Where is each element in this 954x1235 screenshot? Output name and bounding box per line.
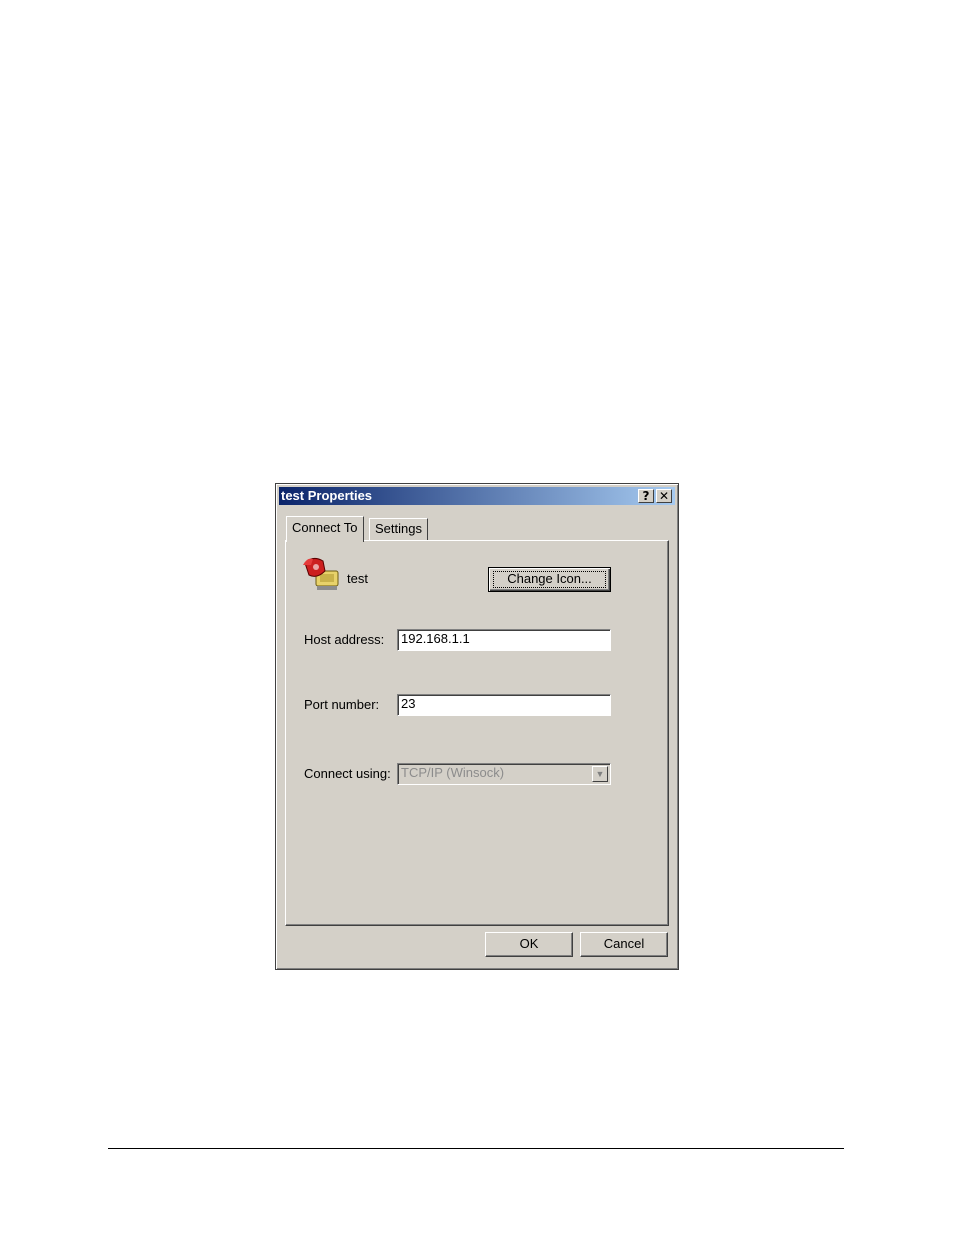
- connect-to-panel: test Change Icon... Host address: 192.16…: [285, 540, 669, 926]
- properties-dialog: test Properties ? ✕ Connect To Settings …: [275, 483, 679, 970]
- close-icon: ✕: [658, 489, 670, 503]
- change-icon-label: Change Icon...: [507, 571, 592, 586]
- connect-using-label: Connect using:: [304, 766, 391, 781]
- connect-using-value: TCP/IP (Winsock): [401, 765, 505, 780]
- tab-settings[interactable]: Settings: [369, 518, 428, 540]
- close-button[interactable]: ✕: [656, 489, 672, 503]
- telephone-icon: [301, 553, 341, 593]
- chevron-down-icon[interactable]: ▼: [592, 766, 608, 782]
- connection-name: test: [347, 571, 368, 586]
- change-icon-button[interactable]: Change Icon...: [488, 567, 611, 592]
- cancel-button[interactable]: Cancel: [580, 932, 668, 957]
- window-title: test Properties: [281, 488, 373, 503]
- host-address-label: Host address:: [304, 632, 385, 647]
- ok-button[interactable]: OK: [485, 932, 573, 957]
- connect-using-select[interactable]: TCP/IP (Winsock) ▼: [397, 763, 611, 785]
- tab-connect-to[interactable]: Connect To: [286, 516, 364, 542]
- title-bar[interactable]: test Properties ? ✕: [279, 487, 675, 505]
- host-address-input[interactable]: 192.168.1.1: [397, 629, 611, 651]
- port-number-input[interactable]: 23: [397, 694, 611, 716]
- help-button[interactable]: ?: [638, 489, 654, 503]
- page-footer-rule: [108, 1148, 844, 1149]
- port-number-label: Port number:: [304, 697, 380, 712]
